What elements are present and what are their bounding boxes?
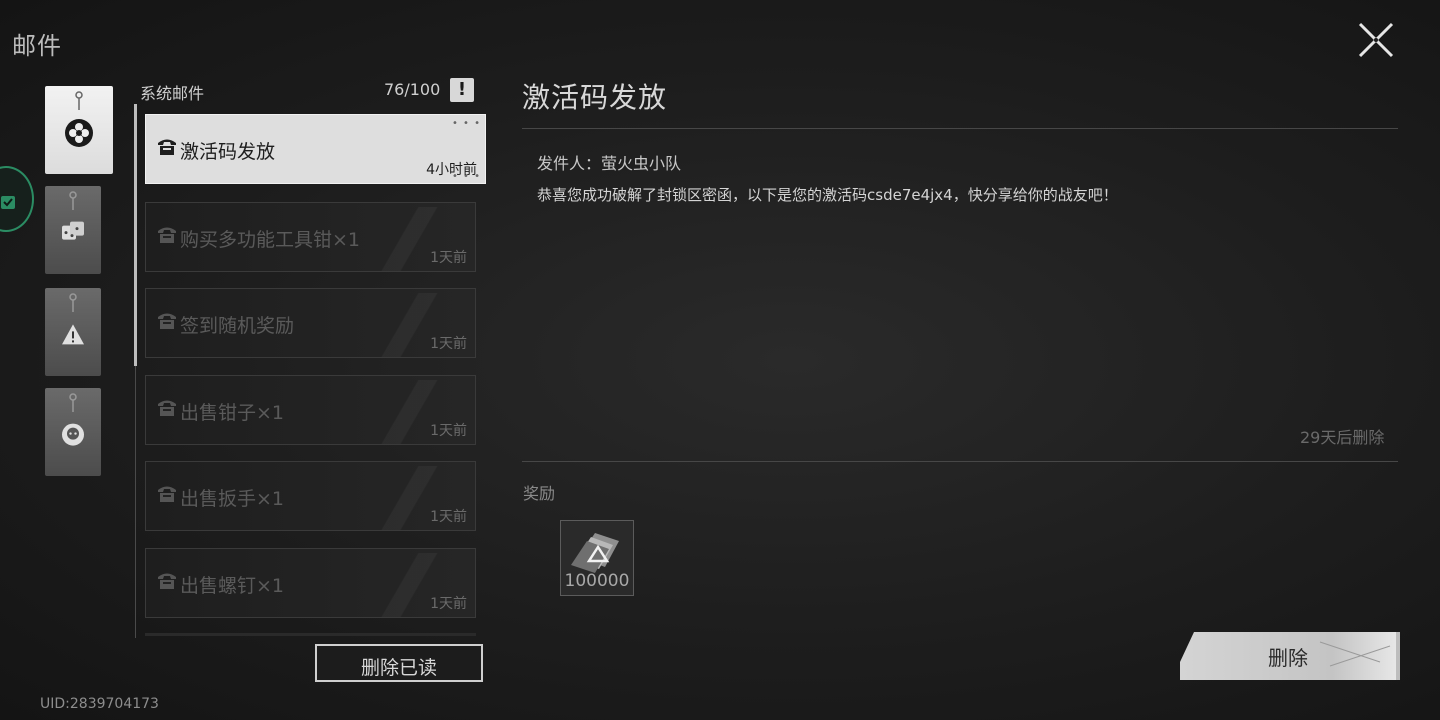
currency-icon [571, 533, 619, 573]
mail-time: 1天前 [430, 596, 467, 612]
mail-count: 76/100 [384, 80, 441, 99]
mail-item-partial [145, 633, 476, 636]
phone-icon [158, 400, 176, 416]
warning-icon [62, 324, 84, 345]
category-shop-mail[interactable] [45, 186, 101, 274]
close-icon [1358, 22, 1394, 58]
delete-read-label: 删除已读 [360, 657, 437, 679]
mail-item[interactable]: 签到随机奖励 1天前 [145, 288, 476, 358]
category-system-mail[interactable] [45, 86, 113, 174]
dice-icon [62, 221, 84, 240]
mail-subject: 签到随机奖励 [180, 315, 295, 337]
mail-time: 1天前 [430, 336, 467, 352]
list-header-label: 系统邮件 [140, 84, 205, 103]
clip-icon [69, 393, 77, 412]
reward-item[interactable]: 100000 [560, 520, 634, 596]
mail-subject: 激活码发放 [180, 141, 276, 163]
mail-item[interactable]: 出售钳子×1 1天前 [145, 375, 476, 445]
mail-time: 1天前 [430, 250, 467, 266]
mail-subject: 出售钳子×1 [180, 402, 285, 424]
alert-icon[interactable]: ! [450, 78, 474, 102]
mail-item[interactable]: 购买多功能工具钳×1 1天前 [145, 202, 476, 272]
reward-divider [522, 461, 1398, 462]
uid-label: UID:2839704173 [40, 696, 159, 712]
mail-time: 1天前 [430, 509, 467, 525]
title-divider [522, 128, 1398, 129]
phone-icon [158, 313, 176, 329]
delete-label: 删除 [1268, 646, 1308, 670]
mail-detail-title: 激活码发放 [522, 81, 668, 114]
category-alert-mail[interactable] [45, 288, 101, 376]
phone-icon [158, 486, 176, 502]
clip-icon [75, 91, 83, 110]
scrollbar-thumb[interactable] [134, 104, 137, 366]
flower-icon [65, 119, 93, 147]
delete-read-button[interactable]: 删除已读 [315, 644, 483, 682]
phone-icon [158, 227, 176, 243]
reward-label: 奖励 [523, 484, 556, 503]
expire-notice: 29天后删除 [1300, 428, 1385, 447]
alert-glyph: ! [457, 79, 467, 100]
mail-subject: 购买多功能工具钳×1 [180, 229, 361, 251]
delete-button[interactable]: 删除 [1180, 632, 1400, 680]
person-icon [62, 423, 84, 446]
page-title: 邮件 [12, 32, 62, 60]
mail-subject: 出售螺钉×1 [180, 575, 285, 597]
phone-icon [158, 139, 176, 155]
check-bag-icon [1, 196, 15, 209]
category-friend-mail[interactable] [45, 388, 101, 476]
clip-icon [69, 293, 77, 312]
scrollbar-track [135, 366, 136, 638]
mail-time: 4小时前 [426, 162, 477, 178]
reward-quantity: 100000 [564, 571, 630, 591]
mail-sender: 发件人：萤火虫小队 [537, 154, 682, 173]
mail-item[interactable]: 出售螺钉×1 1天前 [145, 548, 476, 618]
mail-item[interactable]: 出售扳手×1 1天前 [145, 461, 476, 531]
close-button[interactable] [1350, 14, 1402, 66]
phone-icon [158, 573, 176, 589]
mail-time: 1天前 [430, 423, 467, 439]
mail-subject: 出售扳手×1 [180, 488, 285, 510]
side-event-badge[interactable] [0, 166, 34, 232]
mail-body: 恭喜您成功破解了封锁区密函，以下是您的激活码csde7e4jx4，快分享给你的战… [537, 186, 1118, 204]
clip-icon [69, 191, 77, 210]
mail-item-active[interactable]: • • • • • • 激活码发放 4小时前 [145, 114, 486, 184]
